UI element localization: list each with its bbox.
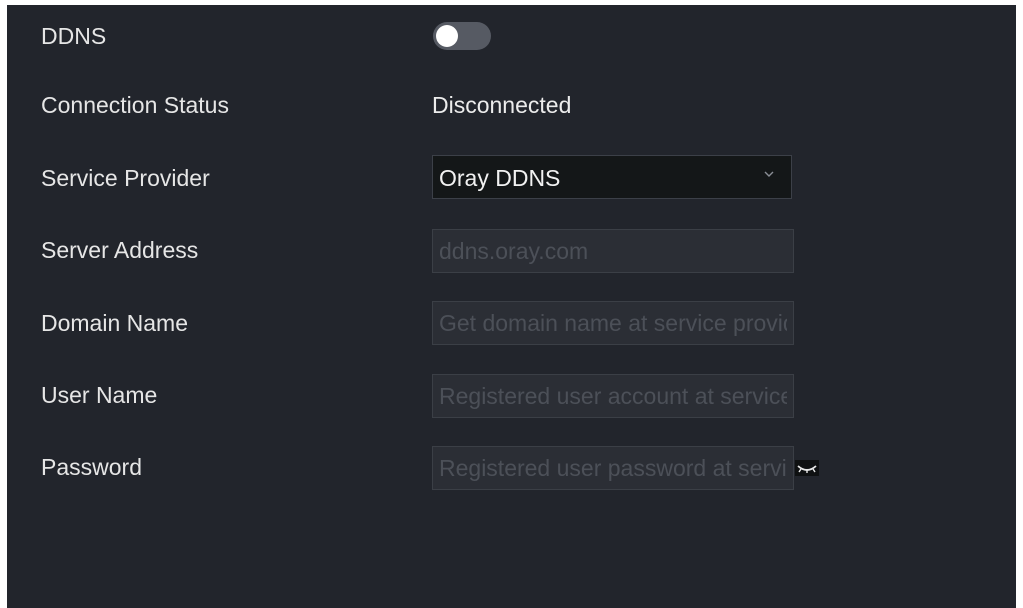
server-address-label: Server Address: [41, 237, 199, 263]
domain-name-input[interactable]: [432, 301, 794, 345]
domain-name-label: Domain Name: [41, 310, 188, 336]
ddns-label: DDNS: [41, 23, 107, 49]
service-provider-selected-value: Oray DDNS: [439, 165, 561, 191]
connection-status-value: Disconnected: [432, 92, 572, 118]
connection-status-label: Connection Status: [41, 92, 229, 118]
password-label: Password: [41, 454, 142, 480]
user-name-label: User Name: [41, 382, 158, 408]
service-provider-select[interactable]: Oray DDNS: [432, 155, 792, 199]
eye-closed-icon[interactable]: [795, 460, 819, 476]
user-name-input[interactable]: [432, 374, 794, 418]
ddns-toggle[interactable]: [433, 22, 491, 50]
ddns-settings-panel: DDNS Connection Status Disconnected Serv…: [7, 5, 1016, 608]
toggle-knob: [436, 25, 458, 47]
password-input[interactable]: [432, 446, 794, 490]
chevron-down-icon: [764, 171, 774, 177]
server-address-input[interactable]: [432, 229, 794, 273]
service-provider-label: Service Provider: [41, 165, 210, 191]
